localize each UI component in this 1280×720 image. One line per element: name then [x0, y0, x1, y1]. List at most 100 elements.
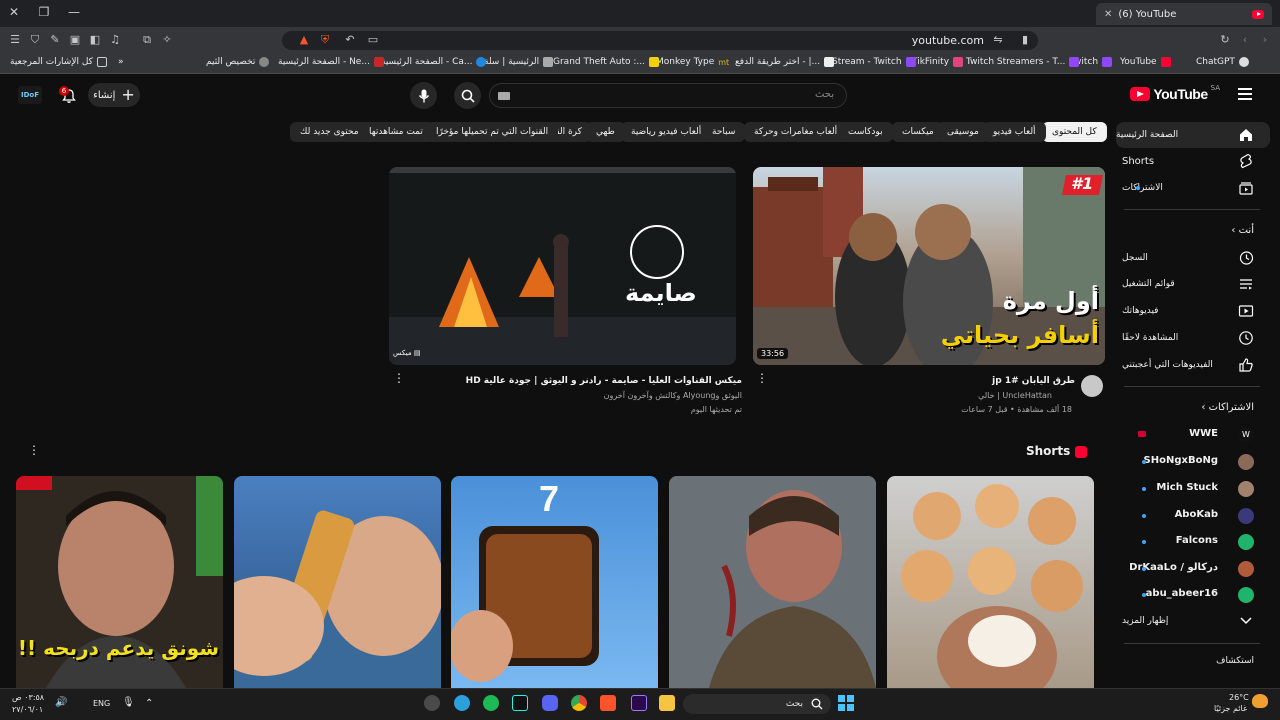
forward-icon[interactable]: › — [1258, 33, 1272, 47]
all-bookmarks[interactable]: كل الإشارات المرجعية — [10, 57, 107, 67]
maximize-window-icon[interactable]: ❐ — [36, 5, 52, 19]
sidebar-sub-falcons[interactable]: Falcons — [1122, 529, 1280, 555]
back-icon[interactable]: ‹ — [1238, 33, 1252, 47]
short-thumbnail[interactable] — [669, 476, 876, 688]
guide-menu-icon[interactable] — [1238, 88, 1252, 100]
browser-tab[interactable]: ✕ (6) YouTube — [1096, 3, 1272, 25]
brave-browser-icon[interactable] — [600, 695, 616, 711]
reload-icon[interactable]: ↻ — [1218, 33, 1232, 47]
short-thumbnail[interactable] — [234, 476, 441, 688]
cast-icon[interactable]: ▭ — [366, 33, 380, 47]
brave-rewards-icon[interactable]: ▲ — [297, 33, 311, 47]
taskbar-search-input[interactable]: بحث — [683, 694, 831, 714]
clock-time[interactable]: ٠٣:٥٨ ص — [12, 693, 44, 702]
sidebar-subscriptions-heading[interactable]: الاشتراكات › — [1201, 402, 1254, 413]
language-indicator[interactable]: ENG — [93, 699, 110, 708]
chip-recently-uploaded[interactable]: القنوات التي تم تحميلها مؤخرًا — [426, 122, 559, 142]
youtube-logo[interactable]: YouTube SA — [1130, 84, 1220, 102]
premiere-pro-icon[interactable] — [631, 695, 647, 711]
video-title[interactable]: ميكس القناوات العليا - صايمة - رادنر و ا… — [466, 376, 742, 386]
pen-icon[interactable]: ✎ — [48, 33, 62, 47]
sidebar-sub-shongxbong[interactable]: SHoNgxBoNg — [1122, 449, 1280, 475]
bookmark-chatgpt[interactable]: ChatGPT — [1196, 57, 1249, 67]
brave-shields-icon[interactable]: ⛨ — [318, 33, 332, 47]
telegram-icon[interactable] — [454, 695, 470, 711]
bookmark-stream-twitch[interactable]: Stream - Twitch — [832, 57, 916, 67]
bookmarks-overflow-icon[interactable]: » — [118, 57, 124, 67]
chip-music[interactable]: موسيقى — [937, 122, 989, 142]
bookmark-salla[interactable]: الرئيسية | سلة — [484, 57, 554, 67]
weather-icon[interactable] — [1252, 694, 1268, 708]
sidebar-item-shorts[interactable]: Shorts — [1122, 148, 1280, 174]
more-actions-icon[interactable]: ⋮ — [393, 372, 405, 384]
close-tab-icon[interactable]: ✕ — [1104, 9, 1112, 20]
bookmark-customize-theme[interactable]: تخصيص الثيم — [206, 57, 270, 67]
bookmark-payment[interactable]: اختر طريقة الدفع - |... — [735, 57, 835, 67]
sidebar-item-subscriptions[interactable]: الاشتراكات — [1122, 175, 1280, 201]
menu-icon[interactable]: ☰ — [8, 33, 22, 47]
chip-action-adventure[interactable]: ألعاب مغامرات وحركة — [744, 122, 848, 142]
microphone-icon[interactable]: 🎙 — [122, 697, 135, 708]
close-window-icon[interactable]: ✕ — [6, 5, 22, 19]
sidebar-icon[interactable]: ◧ — [88, 33, 102, 47]
sidebar-item-history[interactable]: السجل — [1122, 245, 1280, 271]
site-settings-icon[interactable]: ⇋ — [991, 33, 1005, 47]
music-icon[interactable]: ♫ — [108, 33, 122, 47]
voice-search-button[interactable] — [410, 82, 437, 109]
extensions-icon[interactable]: ✧ — [160, 33, 174, 47]
chip-all[interactable]: كل المحتوى — [1042, 122, 1107, 142]
sidebar-item-playlists[interactable]: قوائم التشغيل — [1122, 271, 1280, 297]
chip-watched[interactable]: تمت مشاهدتها — [359, 122, 433, 142]
keyboard-icon[interactable] — [498, 92, 510, 100]
video-thumbnail[interactable]: #1 أول مرة أسافر بحياتي 33:56 — [753, 167, 1105, 365]
chip-mixes[interactable]: ميكسات — [892, 122, 944, 142]
short-thumbnail[interactable]: 7 — [451, 476, 658, 688]
channel-avatar[interactable] — [1081, 375, 1103, 397]
sidebar-show-more[interactable]: إظهار المزيد — [1122, 608, 1280, 634]
bookmark-twitch-streamers[interactable]: Twitch Streamers - T... — [966, 57, 1080, 67]
screenshot-icon[interactable]: ⧉ — [140, 33, 154, 47]
video-title[interactable]: طرق اليابان #1 jp — [992, 376, 1075, 386]
sidebar-item-watch-later[interactable]: المشاهدة لاحقًا — [1122, 325, 1280, 351]
tiktok-icon[interactable] — [512, 695, 528, 711]
sidebar-you-heading[interactable]: أنت › — [1231, 225, 1254, 236]
shorts-more-actions-icon[interactable]: ⋮ — [28, 444, 40, 456]
bookmark-tikfinity[interactable]: TikFinity — [912, 57, 964, 67]
sidebar-item-home[interactable]: الصفحة الرئيسية — [1116, 122, 1270, 148]
spotify-icon[interactable] — [483, 695, 499, 711]
chip-new-to-you[interactable]: محتوى جديد لك — [290, 122, 369, 142]
sidebar-item-your-videos[interactable]: فيديوهاتك — [1122, 298, 1280, 324]
video-thumbnail[interactable]: صايمة ميكس ▤ — [389, 167, 736, 365]
shield-icon[interactable]: ⛉ — [28, 33, 42, 47]
bookmark-home-ne[interactable]: الصفحة الرئيسية - Ne... — [278, 57, 384, 67]
minimize-window-icon[interactable]: — — [66, 5, 82, 19]
bookmark-icon[interactable]: ▮ — [1018, 33, 1032, 47]
clock-date[interactable]: ٢٧/٠٦/٠١ — [12, 705, 43, 714]
share-icon[interactable]: ↶ — [343, 33, 357, 47]
tabs-icon[interactable]: ▣ — [68, 33, 82, 47]
create-button[interactable]: إنشاء + — [88, 83, 140, 107]
file-explorer-icon[interactable] — [659, 695, 675, 711]
search-button[interactable] — [454, 82, 481, 109]
sidebar-sub-drkaalo[interactable]: DrKaaLo / دركالو — [1122, 556, 1280, 582]
bookmark-home-ca[interactable]: الصفحة الرئيسية - Ca... — [381, 57, 487, 67]
show-hidden-icons[interactable]: ⌃ — [145, 698, 153, 709]
video-channel[interactable]: اليوثق وAlyoung وكالتش وآخرون آخرون — [604, 391, 742, 400]
video-channel[interactable]: UncleHattan | خالي — [978, 391, 1052, 400]
sidebar-sub-abokab[interactable]: AboKab — [1122, 503, 1280, 529]
more-actions-icon[interactable]: ⋮ — [756, 372, 768, 384]
url-text[interactable]: youtube.com — [912, 34, 984, 47]
search-input[interactable]: بحث — [489, 83, 847, 108]
speaker-icon[interactable]: 🔊 — [55, 697, 67, 708]
bookmark-gta[interactable]: Grand Theft Auto :... — [553, 57, 659, 67]
obs-icon[interactable] — [424, 695, 440, 711]
discord-icon[interactable] — [542, 695, 558, 711]
sidebar-item-liked-videos[interactable]: الفيديوهات التي أعجبتني — [1122, 352, 1280, 378]
start-menu-icon[interactable] — [838, 695, 854, 711]
short-thumbnail[interactable]: شونق يدعم دربحه !! — [16, 476, 223, 688]
chip-video-games[interactable]: ألعاب فيديو — [983, 122, 1046, 142]
chip-sports-games[interactable]: ألعاب فيديو رياضية — [621, 122, 712, 142]
bookmark-monkeytype[interactable]: Monkey Type mt — [656, 57, 729, 67]
sidebar-sub-mich-stuck[interactable]: Mich Stuck — [1122, 476, 1280, 502]
short-thumbnail[interactable] — [887, 476, 1094, 688]
